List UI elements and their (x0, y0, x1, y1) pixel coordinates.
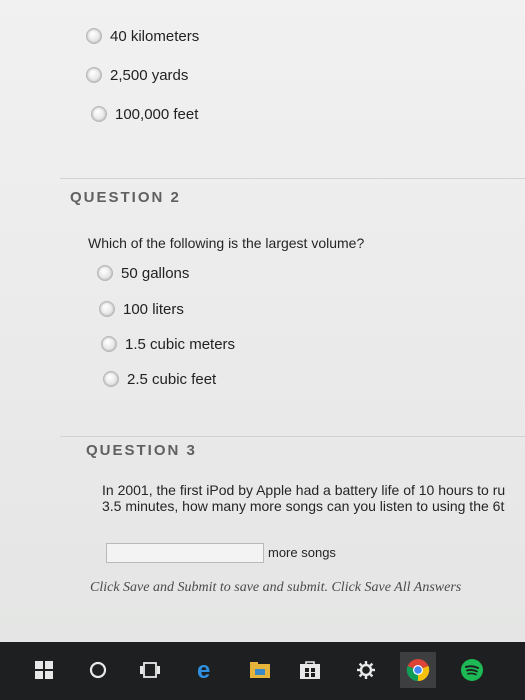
q1-option-2[interactable]: 2,500 yards (86, 64, 188, 86)
question-divider (60, 436, 525, 437)
spotify-icon[interactable] (454, 652, 490, 688)
q2-option-2[interactable]: 100 liters (99, 298, 184, 320)
q2-option-3-label: 1.5 cubic meters (125, 335, 236, 353)
q1-option-2-label: 2,500 yards (110, 66, 189, 84)
q2-option-4-label: 2.5 cubic feet (127, 370, 217, 388)
svg-text:e: e (197, 659, 210, 681)
answer-suffix-label: more songs (268, 545, 336, 560)
radio-button[interactable] (86, 28, 102, 44)
question-3-text-line-2: 3.5 minutes, how many more songs can you… (102, 498, 505, 514)
question-3-title: QUESTION 3 (86, 442, 197, 459)
q2-option-3[interactable]: 1.5 cubic meters (101, 333, 235, 355)
radio-button[interactable] (86, 67, 102, 83)
edge-browser-icon[interactable]: e (188, 652, 224, 688)
radio-button[interactable] (91, 106, 107, 122)
cortana-search-icon[interactable] (80, 652, 116, 688)
radio-button[interactable] (97, 265, 113, 281)
instructions-text: Click Save and Submit to save and submit… (90, 580, 462, 595)
question-3-text-line-1: In 2001, the first iPod by Apple had a b… (102, 482, 506, 498)
radio-button[interactable] (101, 336, 117, 352)
settings-icon[interactable] (348, 652, 384, 688)
answer-input[interactable] (106, 543, 264, 563)
q2-option-1[interactable]: 50 gallons (97, 262, 189, 284)
question-2-text: Which of the following is the largest vo… (88, 235, 365, 251)
q1-option-1-label: 40 kilometers (110, 27, 200, 45)
question-2-title: QUESTION 2 (70, 189, 181, 206)
windows-start-icon[interactable] (26, 652, 62, 688)
file-explorer-icon[interactable] (242, 652, 278, 688)
taskbar: e (0, 642, 525, 700)
quiz-page: 40 kilometers 2,500 yards 100,000 feet Q… (0, 0, 525, 642)
q1-option-3[interactable]: 100,000 feet (91, 103, 198, 125)
question-divider (60, 178, 525, 179)
radio-button[interactable] (99, 301, 115, 317)
chrome-icon[interactable] (400, 652, 436, 688)
q2-option-4[interactable]: 2.5 cubic feet (103, 368, 216, 390)
q2-option-2-label: 100 liters (123, 300, 184, 318)
store-icon[interactable] (292, 652, 328, 688)
task-view-icon[interactable] (132, 652, 168, 688)
q1-option-1[interactable]: 40 kilometers (86, 25, 199, 47)
q1-option-3-label: 100,000 feet (115, 105, 199, 123)
radio-button[interactable] (103, 371, 119, 387)
q2-option-1-label: 50 gallons (121, 264, 190, 282)
